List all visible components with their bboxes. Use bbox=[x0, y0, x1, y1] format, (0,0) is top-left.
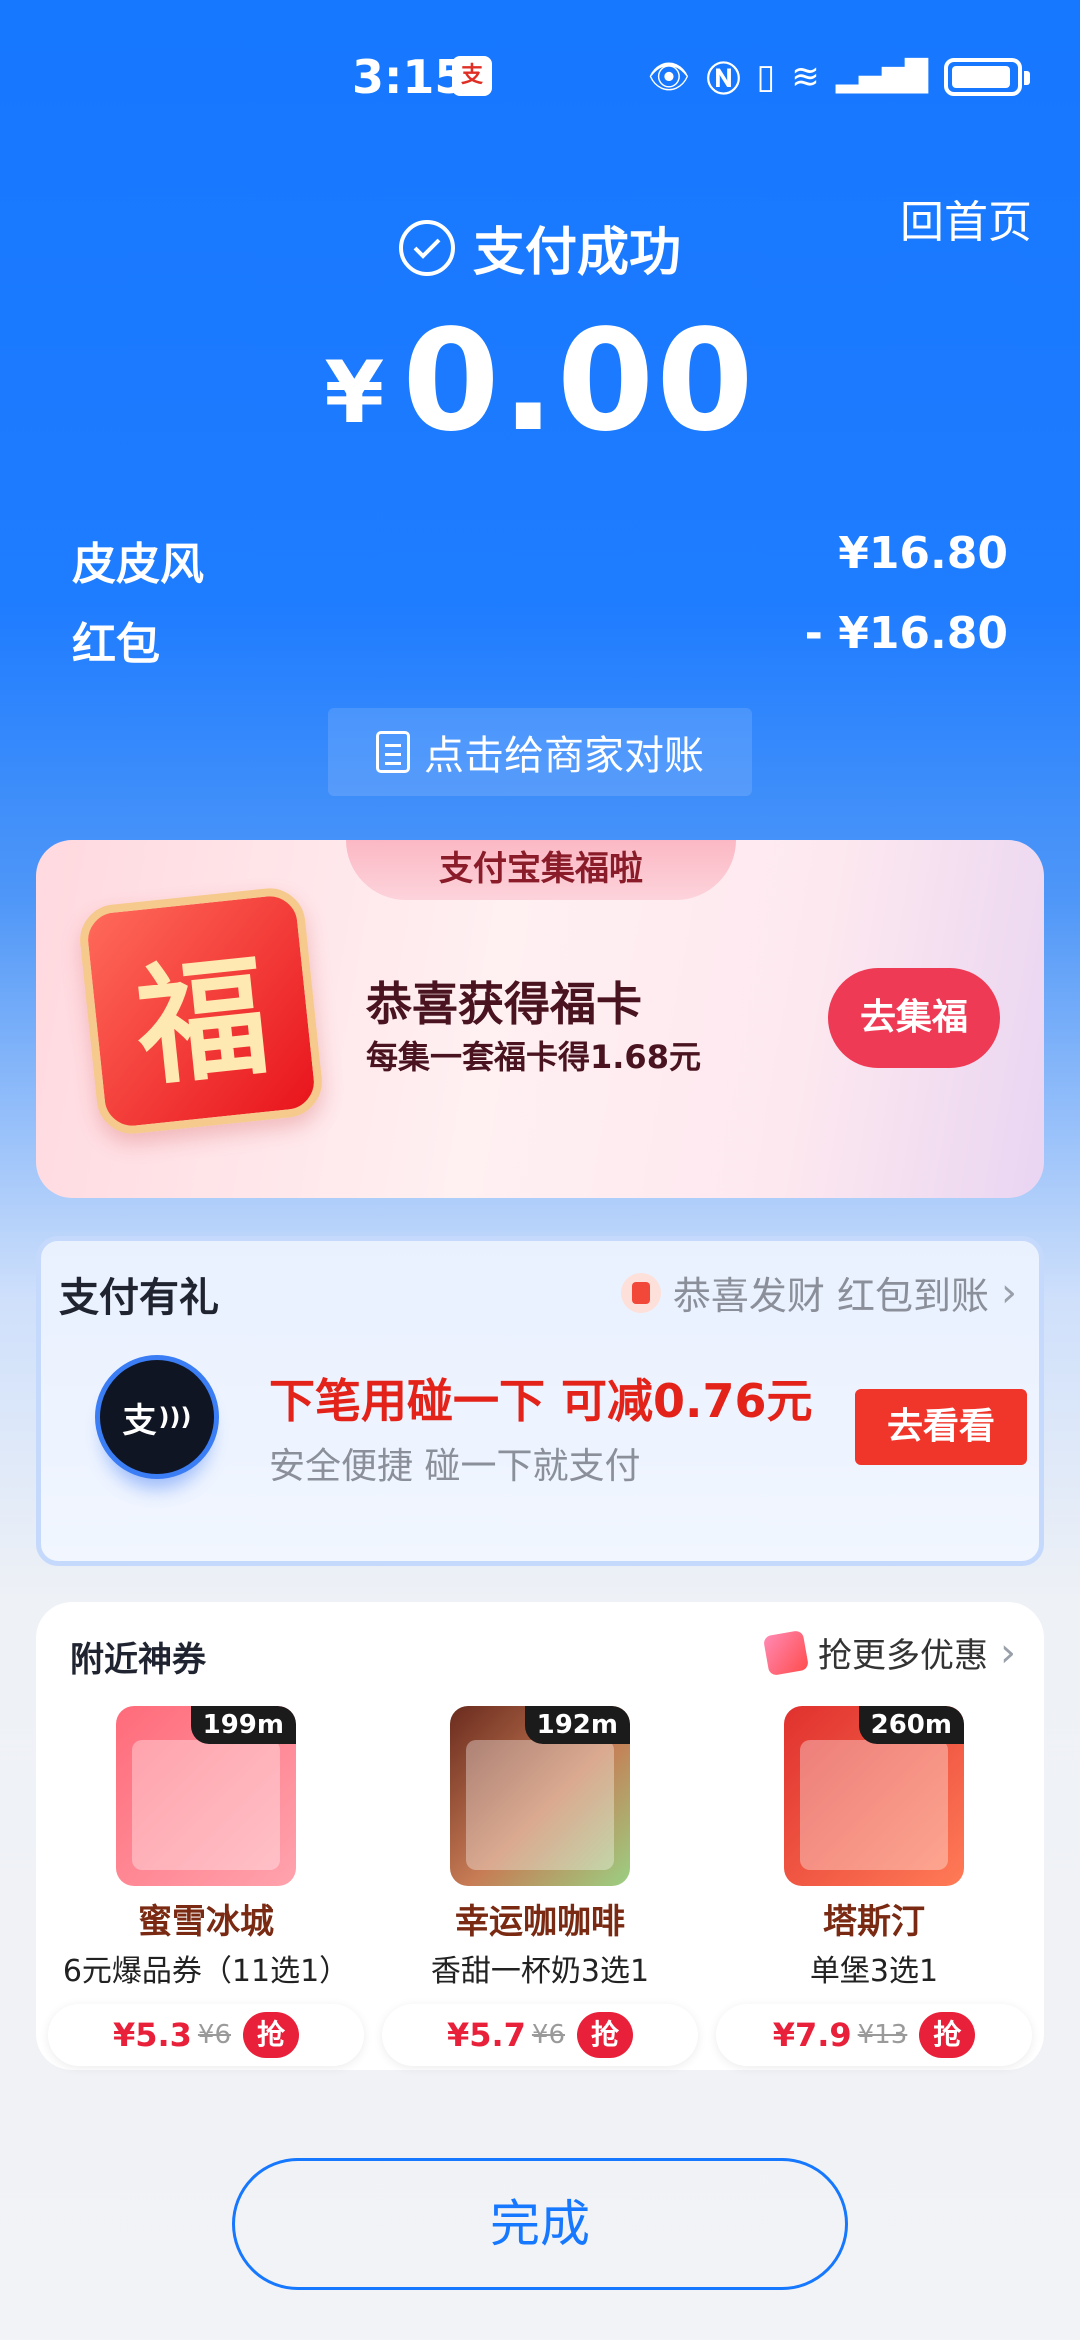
grab-button[interactable]: 抢 bbox=[243, 2012, 300, 2058]
payment-success-title: 支付成功 bbox=[0, 210, 1080, 285]
go-see-button[interactable]: 去看看 bbox=[855, 1389, 1027, 1465]
distance-badge: 199m bbox=[190, 1706, 296, 1744]
nearby-coupons-card: 附近神券 抢更多优惠 › 199m 蜜雪冰城 6元爆品券（11选1） ¥5.3 … bbox=[36, 1602, 1044, 2070]
coupon-old-price: ¥6 bbox=[197, 2020, 232, 2050]
coupon-price-pill[interactable]: ¥5.7 ¥6 抢 bbox=[382, 2004, 698, 2066]
coupon-price: ¥5.7 bbox=[446, 2016, 526, 2054]
nfc-icon: Ⓝ bbox=[706, 60, 741, 100]
coupons-title: 附近神券 bbox=[70, 1640, 206, 1680]
coupon-description: 6元爆品券（11选1） bbox=[62, 1954, 350, 1989]
detail-row-merchant: 皮皮风 ¥16.80 bbox=[72, 528, 1008, 592]
redpacket-notice-text: 恭喜发财 红包到账 bbox=[672, 1274, 989, 1318]
reconcile-label: 点击给商家对账 bbox=[424, 733, 704, 779]
redpacket-notice-link[interactable]: 恭喜发财 红包到账 › bbox=[620, 1265, 1017, 1320]
product-image bbox=[800, 1740, 948, 1870]
status-time: 3:15 bbox=[352, 50, 467, 104]
eye-icon: 👁 bbox=[647, 56, 691, 97]
coupon-description: 香甜一杯奶3选1 bbox=[430, 1954, 650, 1989]
merchant-name: 皮皮风 bbox=[72, 539, 204, 590]
coupon-old-price: ¥13 bbox=[857, 2020, 908, 2050]
done-button[interactable]: 完成 bbox=[232, 2158, 848, 2290]
collect-fu-button[interactable]: 去集福 bbox=[828, 968, 1000, 1068]
grab-button[interactable]: 抢 bbox=[577, 2012, 634, 2058]
coupon-description: 单堡3选1 bbox=[809, 1954, 939, 1989]
product-image bbox=[466, 1740, 614, 1870]
check-circle-icon bbox=[398, 219, 455, 276]
fu-card-tab: 支付宝集福啦 bbox=[346, 840, 736, 900]
fu-card-banner[interactable]: 支付宝集福啦 福 恭喜获得福卡 每集一套福卡得1.68元 去集福 bbox=[36, 840, 1044, 1198]
coupon-image: 199m bbox=[116, 1706, 296, 1886]
alipay-notification-icon: 支 bbox=[452, 56, 492, 96]
chevron-right-icon: › bbox=[1000, 1629, 1016, 1676]
gift-icon bbox=[762, 1629, 810, 1676]
coupon-old-price: ¥6 bbox=[531, 2020, 566, 2050]
coupon-price: ¥7.9 bbox=[772, 2016, 852, 2054]
more-deals-link[interactable]: 抢更多优惠 › bbox=[762, 1628, 1016, 1677]
coupon-store-name: 幸运咖咖啡 bbox=[455, 1902, 625, 1942]
payment-amount: ¥ 0.00 bbox=[0, 300, 1080, 463]
coupon-price: ¥5.3 bbox=[112, 2016, 192, 2054]
vibrate-icon: ▯ bbox=[756, 56, 776, 97]
coupon-price-pill[interactable]: ¥5.3 ¥6 抢 bbox=[48, 2004, 364, 2066]
detail-row-redpacket: 红包 - ¥16.80 bbox=[72, 608, 1008, 672]
grab-button[interactable]: 抢 bbox=[919, 2012, 976, 2058]
battery-icon bbox=[944, 57, 1030, 96]
coupon-image: 260m bbox=[784, 1706, 964, 1886]
amount-value: 0.00 bbox=[402, 300, 756, 463]
fu-card-subtitle: 每集一套福卡得1.68元 bbox=[366, 1038, 701, 1076]
wifi-icon: ≋ bbox=[791, 56, 820, 97]
redpacket-amount: - ¥16.80 bbox=[804, 608, 1008, 659]
distance-badge: 260m bbox=[858, 1706, 964, 1744]
coupon-image: 192m bbox=[450, 1706, 630, 1886]
more-deals-label: 抢更多优惠 bbox=[818, 1636, 988, 1676]
tap-to-pay-icon-text: 支 bbox=[122, 1400, 157, 1441]
status-icons: 👁 Ⓝ ▯ ≋ ▂▄▆█ bbox=[647, 52, 1030, 101]
merchant-amount: ¥16.80 bbox=[838, 528, 1008, 579]
fu-card-icon: 福 bbox=[76, 884, 326, 1138]
redpacket-icon bbox=[620, 1272, 661, 1313]
document-icon bbox=[376, 731, 410, 773]
gift-card-subtitle: 安全便捷 碰一下就支付 bbox=[269, 1446, 641, 1487]
4g-signal-icon: ▂▄▆█ bbox=[835, 59, 928, 94]
gift-card-title: 支付有礼 bbox=[59, 1275, 219, 1321]
fu-card-title: 恭喜获得福卡 bbox=[366, 977, 642, 1031]
currency-symbol: ¥ bbox=[324, 343, 385, 443]
coupon-price-pill[interactable]: ¥7.9 ¥13 抢 bbox=[716, 2004, 1032, 2066]
product-image bbox=[132, 1740, 280, 1870]
payment-success-text: 支付成功 bbox=[472, 223, 681, 283]
gift-card-offer: 下笔用碰一下 可减0.76元 bbox=[269, 1374, 813, 1428]
payment-gift-card: 支付有礼 恭喜发财 红包到账 › 支))) 下笔用碰一下 可减0.76元 安全便… bbox=[36, 1236, 1044, 1566]
redpacket-label: 红包 bbox=[72, 619, 160, 670]
coupon-store-name: 蜜雪冰城 bbox=[138, 1902, 274, 1942]
coupon-store-name: 塔斯汀 bbox=[823, 1902, 925, 1942]
tap-to-pay-icon: 支))) bbox=[95, 1355, 219, 1479]
status-bar: 3:15 支 👁 Ⓝ ▯ ≋ ▂▄▆█ bbox=[0, 0, 1080, 150]
chevron-right-icon: › bbox=[1001, 1269, 1017, 1316]
distance-badge: 192m bbox=[524, 1706, 630, 1744]
reconcile-button[interactable]: 点击给商家对账 bbox=[328, 708, 752, 796]
